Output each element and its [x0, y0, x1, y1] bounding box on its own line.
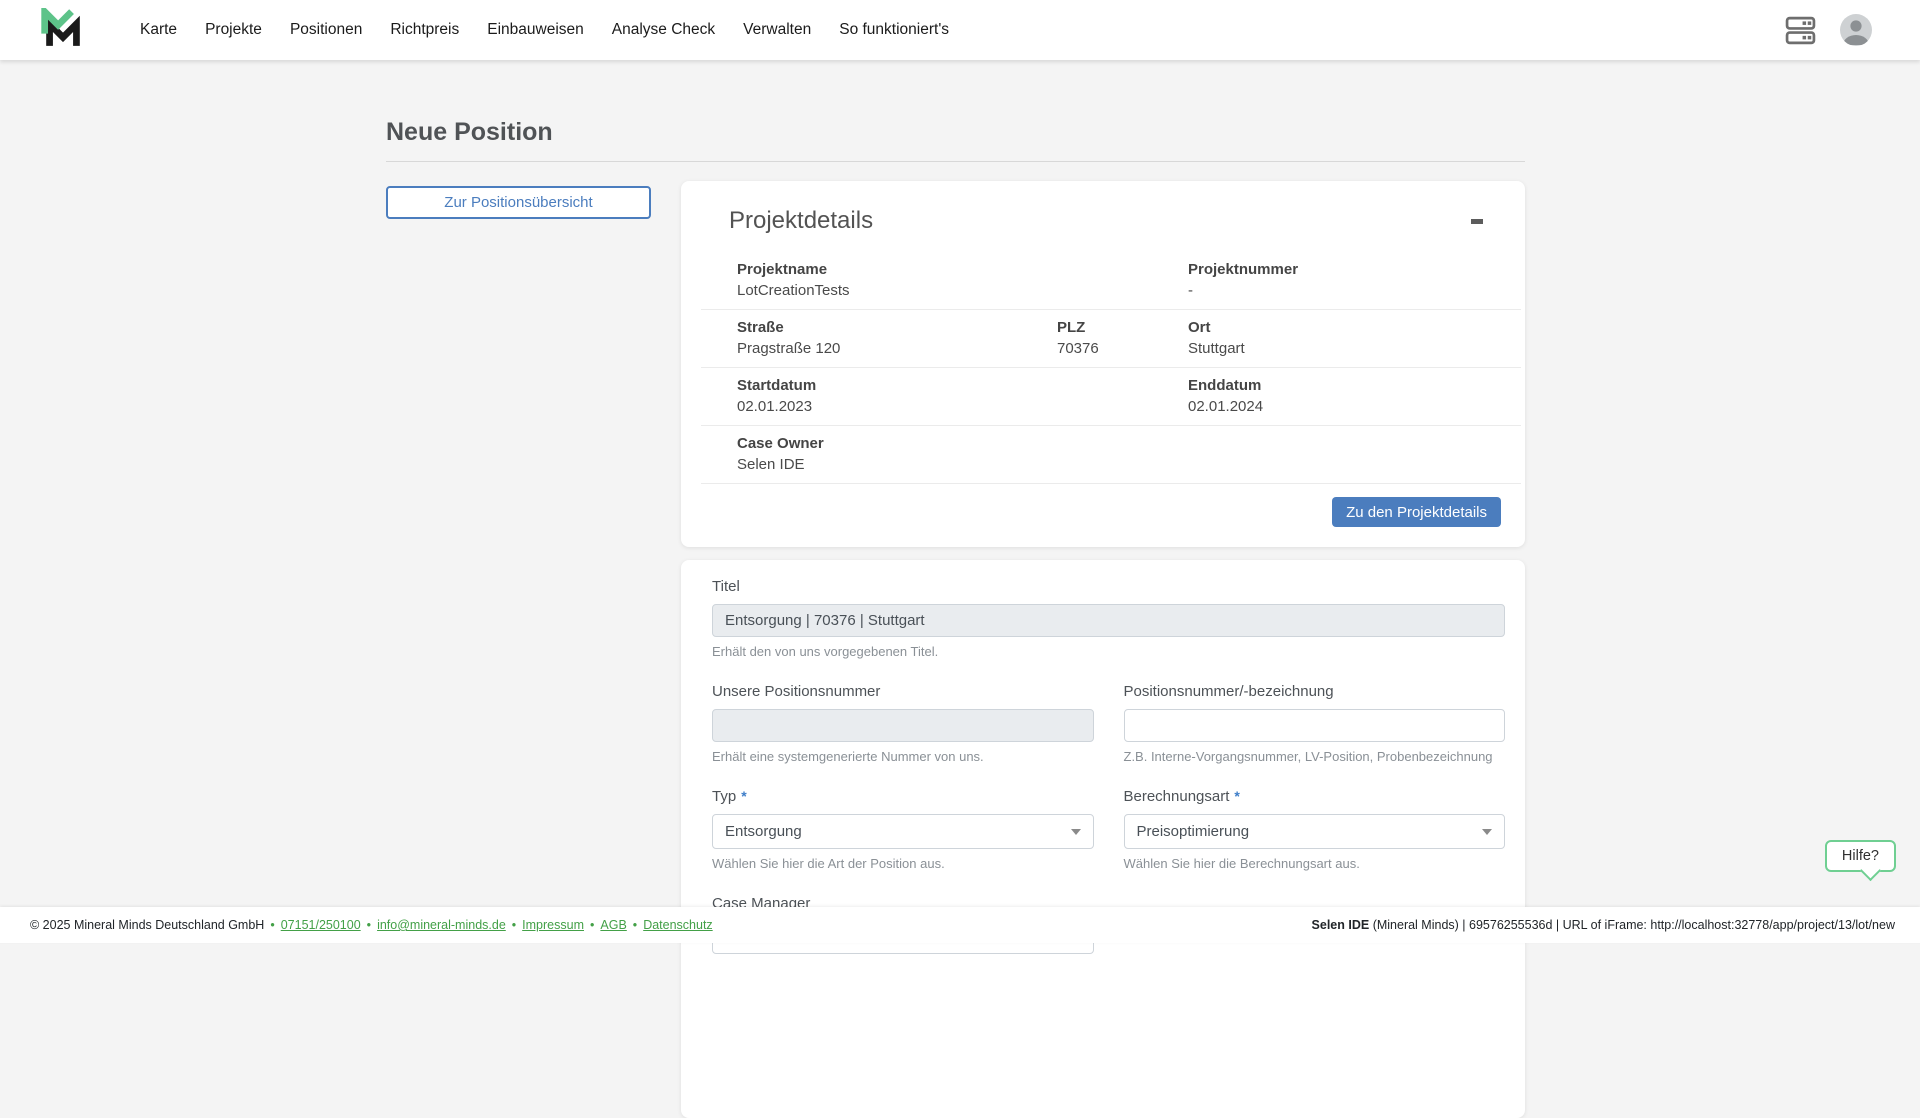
positionsnummer-label: Positionsnummer/-bezeichnung — [1124, 683, 1506, 700]
table-row: Startdatum 02.01.2023 Enddatum 02.01.202… — [701, 368, 1521, 426]
field-value: Selen IDE — [737, 456, 1521, 473]
titel-field: Titel Erhält den von uns vorgegebenen Ti… — [712, 578, 1505, 659]
nav-item-richtpreis[interactable]: Richtpreis — [376, 0, 473, 60]
titel-helper-text: Erhält den von uns vorgegebenen Titel. — [712, 644, 1505, 659]
field-value: 02.01.2023 — [737, 398, 1188, 415]
unsere-positionsnummer-input — [712, 709, 1094, 742]
nav-item-einbauweisen[interactable]: Einbauweisen — [473, 0, 598, 60]
field-case-owner: Case Owner Selen IDE — [737, 435, 1521, 473]
titel-input — [712, 604, 1505, 637]
berechnungsart-label: Berechnungsart — [1124, 788, 1230, 805]
field-value: 70376 — [1057, 340, 1188, 357]
copyright-text: © 2025 Mineral Minds Deutschland GmbH — [30, 918, 264, 932]
typ-label: Typ — [712, 788, 736, 805]
titel-label: Titel — [712, 578, 1505, 595]
footer-separator: • — [367, 918, 371, 932]
typ-select-value: Entsorgung — [725, 823, 802, 840]
field-value: Pragstraße 120 — [737, 340, 1057, 357]
field-label: Startdatum — [737, 377, 1188, 394]
zur-positionsuebersicht-button[interactable]: Zur Positionsübersicht — [386, 186, 651, 219]
nav-item-verwalten[interactable]: Verwalten — [729, 0, 825, 60]
minus-icon — [1471, 219, 1483, 224]
chevron-down-icon — [1071, 829, 1081, 835]
nav-item-positionen[interactable]: Positionen — [276, 0, 376, 60]
title-divider — [386, 161, 1525, 162]
unsere-positionsnummer-label: Unsere Positionsnummer — [712, 683, 1094, 700]
unsere-positionsnummer-field: Unsere Positionsnummer Erhält eine syste… — [712, 683, 1094, 764]
footer-separator: • — [270, 918, 274, 932]
main-content: Neue Position Zur Positionsübersicht Pro… — [0, 60, 1920, 1118]
zu-den-projektdetails-button[interactable]: Zu den Projektdetails — [1332, 497, 1501, 527]
positionsnummer-field: Positionsnummer/-bezeichnung Z.B. Intern… — [1124, 683, 1506, 764]
page-footer: © 2025 Mineral Minds Deutschland GmbH • … — [0, 907, 1920, 943]
field-projektnummer: Projektnummer - — [1188, 261, 1521, 299]
footer-link-email[interactable]: info@mineral-minds.de — [377, 918, 506, 932]
projektdetails-card-title: Projektdetails — [729, 207, 873, 235]
required-asterisk: * — [741, 788, 746, 804]
chevron-down-icon — [1482, 829, 1492, 835]
footer-separator: • — [633, 918, 637, 932]
field-label: Straße — [737, 319, 1057, 336]
field-value: Stuttgart — [1188, 340, 1521, 357]
page-title: Neue Position — [386, 118, 1525, 147]
footer-link-agb[interactable]: AGB — [600, 918, 626, 932]
typ-field: Typ * Entsorgung Wählen Sie hier die Art… — [712, 788, 1094, 871]
field-label: Ort — [1188, 319, 1521, 336]
footer-link-datenschutz[interactable]: Datenschutz — [643, 918, 712, 932]
positionsnummer-helper-text: Z.B. Interne-Vorgangsnummer, LV-Position… — [1124, 749, 1506, 764]
projektdetails-card: Projektdetails Projektname LotCreationTe… — [681, 181, 1525, 547]
top-nav-bar: Karte Projekte Positionen Richtpreis Ein… — [0, 0, 1920, 60]
footer-separator: • — [590, 918, 594, 932]
footer-link-phone[interactable]: 07151/250100 — [281, 918, 361, 932]
mineral-minds-logo[interactable] — [40, 8, 86, 52]
help-button-label: Hilfe? — [1842, 848, 1879, 864]
required-asterisk: * — [1234, 788, 1239, 804]
server-stack-icon[interactable] — [1785, 15, 1816, 46]
user-avatar-icon[interactable] — [1838, 12, 1874, 48]
field-ort: Ort Stuttgart — [1188, 319, 1521, 357]
footer-separator: • — [512, 918, 516, 932]
field-value: 02.01.2024 — [1188, 398, 1521, 415]
footer-session-details: (Mineral Minds) | 69576255536d | URL of … — [1369, 918, 1895, 932]
help-button[interactable]: Hilfe? — [1825, 840, 1896, 872]
right-content-column: Projektdetails Projektname LotCreationTe… — [681, 181, 1525, 1118]
main-nav: Karte Projekte Positionen Richtpreis Ein… — [126, 0, 963, 60]
field-projektname: Projektname LotCreationTests — [737, 261, 1188, 299]
field-startdatum: Startdatum 02.01.2023 — [737, 377, 1188, 415]
position-form-card: Titel Erhält den von uns vorgegebenen Ti… — [681, 560, 1525, 1118]
table-row: Projektname LotCreationTests Projektnumm… — [701, 252, 1521, 310]
field-label: PLZ — [1057, 319, 1188, 336]
field-strasse: Straße Pragstraße 120 — [737, 319, 1057, 357]
unsere-positionsnummer-helper-text: Erhält eine systemgenerierte Nummer von … — [712, 749, 1094, 764]
project-details-table: Projektname LotCreationTests Projektnumm… — [701, 252, 1521, 484]
left-action-column: Zur Positionsübersicht — [386, 181, 651, 219]
nav-item-so-funktionierts[interactable]: So funktioniert's — [825, 0, 963, 60]
nav-item-karte[interactable]: Karte — [126, 0, 191, 60]
nav-item-projekte[interactable]: Projekte — [191, 0, 276, 60]
berechnungsart-select[interactable]: Preisoptimierung — [1124, 814, 1506, 849]
typ-select[interactable]: Entsorgung — [712, 814, 1094, 849]
table-row: Case Owner Selen IDE — [701, 426, 1521, 484]
nav-item-analyse-check[interactable]: Analyse Check — [598, 0, 729, 60]
positionsnummer-input[interactable] — [1124, 709, 1506, 742]
footer-left: © 2025 Mineral Minds Deutschland GmbH • … — [30, 918, 713, 932]
field-value: - — [1188, 282, 1521, 299]
field-label: Enddatum — [1188, 377, 1521, 394]
berechnungsart-field: Berechnungsart * Preisoptimierung Wählen… — [1124, 788, 1506, 871]
field-enddatum: Enddatum 02.01.2024 — [1188, 377, 1521, 415]
field-label: Case Owner — [737, 435, 1521, 452]
field-label: Projektname — [737, 261, 1188, 278]
field-value: LotCreationTests — [737, 282, 1188, 299]
field-plz: PLZ 70376 — [1057, 319, 1188, 357]
berechnungsart-select-value: Preisoptimierung — [1137, 823, 1250, 840]
footer-session-info: Selen IDE (Mineral Minds) | 69576255536d… — [1312, 918, 1895, 932]
logo-icon — [40, 8, 86, 52]
collapse-card-button[interactable] — [1465, 213, 1489, 230]
footer-link-impressum[interactable]: Impressum — [522, 918, 584, 932]
field-label: Projektnummer — [1188, 261, 1521, 278]
typ-helper-text: Wählen Sie hier die Art der Position aus… — [712, 856, 1094, 871]
footer-user-name: Selen IDE — [1312, 918, 1370, 932]
berechnungsart-helper-text: Wählen Sie hier die Berechnungsart aus. — [1124, 856, 1506, 871]
table-row: Straße Pragstraße 120 PLZ 70376 Ort Stut… — [701, 310, 1521, 368]
